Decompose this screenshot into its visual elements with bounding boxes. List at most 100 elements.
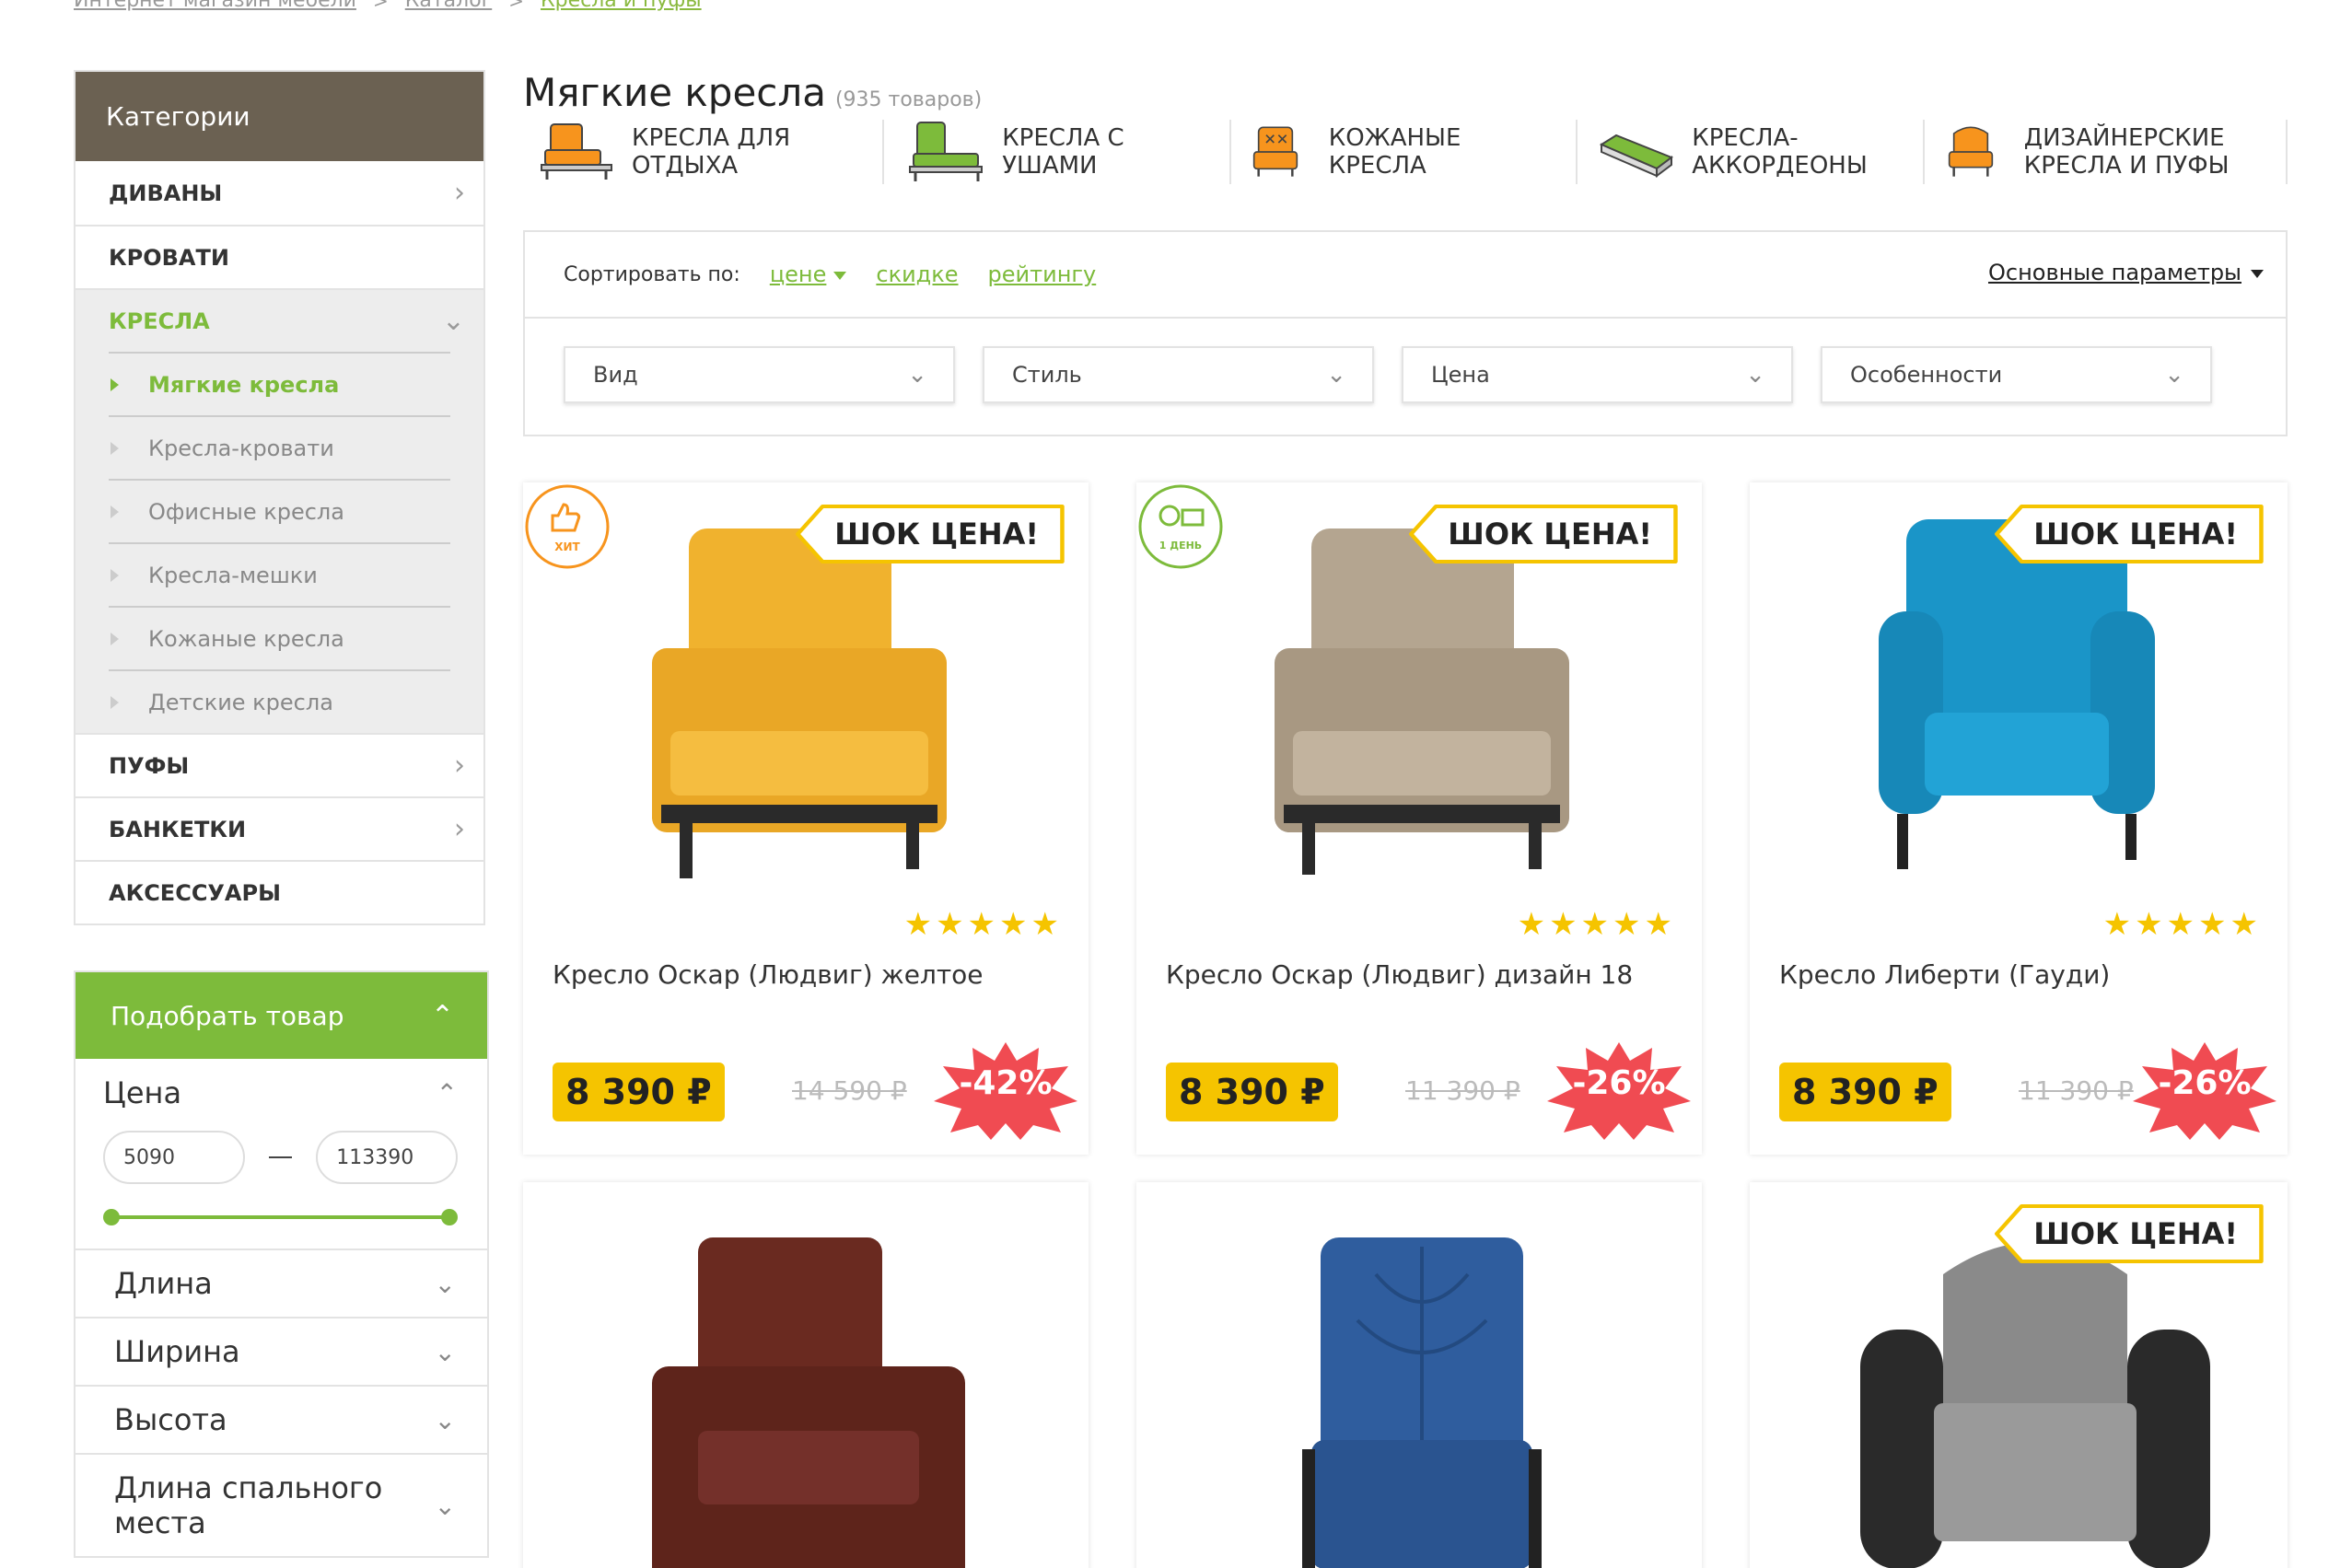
filter-header[interactable]: Подобрать товар ⌃ — [76, 972, 487, 1059]
range-dash — [268, 1156, 293, 1158]
product-card[interactable] — [523, 1182, 1089, 1568]
main-params-toggle[interactable]: Основные параметры — [1988, 260, 2264, 285]
product-old-price: 11 390 ₽ — [1405, 1075, 1520, 1106]
filter-length[interactable]: Длина ⌄ — [76, 1250, 487, 1318]
product-card[interactable]: ХИТ ШОК ЦЕНА! ★★★★★ Кресло Оскар (Людвиг… — [523, 482, 1089, 1155]
filter-dropdowns: Вид ⌄ Стиль ⌄ Цена ⌄ Особенности ⌄ — [525, 319, 2286, 403]
dropdown-price[interactable]: Цена ⌄ — [1402, 346, 1793, 403]
sidebar-item-benches[interactable]: БАНКЕТКИ › — [76, 796, 483, 860]
dropdown-features[interactable]: Особенности ⌄ — [1821, 346, 2212, 403]
product-image[interactable] — [1823, 1219, 2247, 1568]
breadcrumb-home[interactable]: Интернет магазин мебели — [74, 0, 356, 12]
filter-width[interactable]: Ширина ⌄ — [76, 1318, 487, 1387]
bullet-icon — [111, 568, 119, 582]
breadcrumb-separator: > — [372, 0, 389, 12]
filter-sleeping-length[interactable]: Длина спального места ⌄ — [76, 1455, 487, 1558]
sort-by-price[interactable]: цене — [770, 261, 847, 287]
price-range-slider[interactable] — [103, 1206, 458, 1228]
breadcrumb-separator: > — [508, 0, 524, 12]
subnav-designer-chairs[interactable]: ДИЗАЙНЕРСКИЕ КРЕСЛА И ПУФЫ — [1925, 120, 2288, 184]
sidebar-item-beds[interactable]: КРОВАТИ — [76, 225, 483, 288]
filter-title: Подобрать товар — [111, 1000, 344, 1031]
discount-text: -42% — [959, 1064, 1053, 1102]
bullet-icon — [111, 632, 119, 645]
subnav-label: КРЕСЛА С УШАМИ — [1002, 124, 1124, 180]
product-price: 8 390 ₽ — [1779, 1063, 1951, 1121]
category-sidebar: Категории ДИВАНЫ › КРОВАТИ КРЕСЛА ⌄ Мягк… — [74, 70, 485, 925]
bullet-icon — [111, 441, 119, 455]
product-image[interactable] — [1210, 1219, 1634, 1568]
product-old-price: 14 590 ₽ — [792, 1075, 907, 1106]
product-card[interactable]: 1 ДЕНЬ ШОК ЦЕНА! ★★★★★ Кресло Оскар (Люд… — [1136, 482, 1702, 1155]
subnav-leather-chairs[interactable]: КОЖАНЫЕ КРЕСЛА — [1231, 120, 1578, 184]
product-count: (935 товаров) — [834, 88, 983, 111]
price-min-input[interactable]: 5090 — [103, 1131, 245, 1184]
subcategory-chair-beds[interactable]: Кресла-кровати — [109, 415, 450, 479]
sort-by-rating[interactable]: рейтингу — [988, 261, 1097, 287]
discount-text: -26% — [2158, 1064, 2252, 1102]
shock-price-label: ШОК ЦЕНА! — [1995, 1204, 2264, 1263]
subcategory-soft-armchairs[interactable]: Мягкие кресла — [109, 352, 450, 415]
breadcrumb-catalog[interactable]: Каталог — [405, 0, 492, 12]
subcategory-bean-bags[interactable]: Кресла-мешки — [109, 542, 450, 606]
product-name[interactable]: Кресло Либерти (Гауди) — [1779, 959, 2110, 990]
slider-min-handle[interactable] — [103, 1209, 120, 1225]
categories-header: Категории — [76, 72, 483, 161]
main-params-label: Основные параметры — [1987, 260, 2241, 285]
sidebar-item-label: КРЕСЛА — [109, 308, 210, 334]
product-card[interactable]: ШОК ЦЕНА! ★★★★★ Кресло Либерти (Гауди) 8… — [1750, 482, 2288, 1155]
subnav-wing-chairs[interactable]: КРЕСЛА С УШАМИ — [884, 120, 1231, 184]
product-card[interactable]: ШОК ЦЕНА! — [1750, 1182, 2288, 1568]
subnav-label: КОЖАНЫЕ КРЕСЛА — [1328, 124, 1461, 180]
price-max-input[interactable]: 113390 — [316, 1131, 459, 1184]
price-filter-title[interactable]: Цена ⌃ — [103, 1075, 458, 1110]
breadcrumb-current[interactable]: Кресла и пуфы — [541, 0, 702, 12]
subcategory-label: Кресла-кровати — [148, 435, 334, 461]
chevron-right-icon: › — [454, 749, 465, 782]
bullet-icon — [111, 377, 119, 391]
filter-height[interactable]: Высота ⌄ — [76, 1387, 487, 1455]
rating-stars: ★★★★★ — [1517, 906, 1676, 943]
subnav-relax-chairs[interactable]: КРЕСЛА ДЛЯ ОТДЫХА — [538, 120, 885, 184]
subcategory-label: Кресла-мешки — [148, 562, 318, 588]
shock-price-label: ШОК ЦЕНА! — [1409, 505, 1678, 563]
sidebar-item-label: КРОВАТИ — [109, 244, 229, 271]
sidebar-item-sofas[interactable]: ДИВАНЫ › — [76, 161, 483, 225]
subcategory-office-chairs[interactable]: Офисные кресла — [109, 479, 450, 542]
sidebar-item-armchairs[interactable]: КРЕСЛА ⌄ — [76, 288, 483, 352]
filter-label: Ширина — [114, 1334, 240, 1369]
product-card[interactable] — [1136, 1182, 1702, 1568]
product-image[interactable] — [597, 1219, 1020, 1568]
sidebar-item-label: ПУФЫ — [109, 752, 190, 779]
subcategory-leather-chairs[interactable]: Кожаные кресла — [109, 606, 450, 669]
caret-down-icon — [833, 271, 847, 280]
sort-by-discount[interactable]: скидке — [876, 261, 958, 287]
sort-label: Сортировать по: — [564, 262, 740, 286]
sort-filter-box: Сортировать по: цене скидке рейтингу Осн… — [523, 230, 2288, 436]
dropdown-style[interactable]: Стиль ⌄ — [983, 346, 1374, 403]
caret-down-icon — [2251, 269, 2264, 278]
product-price: 8 390 ₽ — [553, 1063, 725, 1121]
subcategory-kids-chairs[interactable]: Детские кресла — [109, 669, 450, 733]
product-name[interactable]: Кресло Оскар (Людвиг) дизайн 18 — [1166, 959, 1633, 990]
chevron-down-icon: ⌄ — [434, 1404, 456, 1435]
shock-price-label: ШОК ЦЕНА! — [1995, 505, 2264, 563]
bullet-icon — [111, 695, 119, 709]
subnav-accordion-chairs[interactable]: КРЕСЛА-АККОРДЕОНЫ — [1578, 120, 1925, 184]
subcategory-list: Мягкие кресла Кресла-кровати Офисные кре… — [76, 352, 483, 733]
shock-price-text: ШОК ЦЕНА! — [1448, 517, 1652, 552]
page-title-text: Мягкие кресла — [523, 70, 826, 115]
product-filter: Подобрать товар ⌃ Цена ⌃ 5090 113390 Дли… — [74, 970, 489, 1558]
dropdown-type[interactable]: Вид ⌄ — [564, 346, 955, 403]
leather-chair-icon — [1252, 126, 1298, 177]
sidebar-item-poufs[interactable]: ПУФЫ › — [76, 733, 483, 796]
discount-text: -26% — [1572, 1064, 1666, 1102]
badge-text: 1 ДЕНЬ — [1159, 540, 1202, 552]
price-filter-label: Цена — [103, 1075, 182, 1110]
armchair-orange-icon — [541, 123, 612, 180]
sidebar-item-accessories[interactable]: АКСЕССУАРЫ — [76, 860, 483, 923]
sidebar-item-label: ДИВАНЫ — [109, 180, 223, 206]
slider-max-handle[interactable] — [441, 1209, 458, 1225]
chevron-right-icon: › — [454, 177, 465, 209]
product-name[interactable]: Кресло Оскар (Людвиг) желтое — [553, 959, 984, 990]
